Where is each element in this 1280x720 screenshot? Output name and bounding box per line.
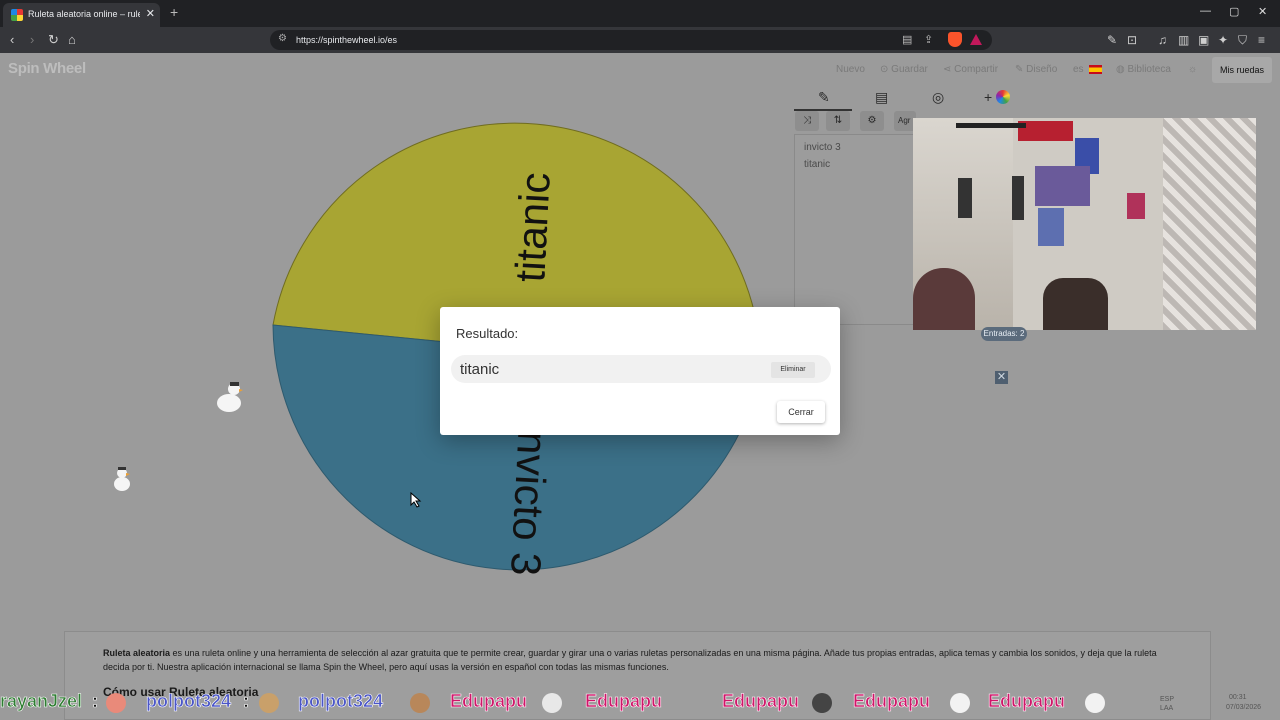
chat-emote-icon (812, 693, 832, 713)
leo-ai-icon[interactable]: ✦ (1218, 33, 1228, 47)
brave-shields-icon[interactable] (948, 32, 962, 47)
wallet-icon[interactable]: ▣ (1198, 33, 1209, 47)
duck-mascot-icon (217, 382, 243, 412)
result-row: titanic Eliminar (451, 355, 831, 383)
sidebar-icon[interactable]: ▥ (1178, 33, 1189, 47)
nav-language[interactable]: es (1073, 64, 1084, 75)
description-body: es una ruleta online y una herramienta d… (103, 648, 1157, 672)
home-icon[interactable]: ⌂ (68, 32, 76, 47)
result-value: titanic (460, 361, 500, 378)
tab-edit-icon[interactable]: ✎ (818, 89, 830, 106)
keyboard-lang[interactable]: ESP (1160, 696, 1174, 703)
tab-title: Ruleta aleatoria online – ruleta d (28, 9, 140, 19)
wheel-label-titanic: titanic (506, 171, 559, 283)
result-dialog: Resultado: titanic Eliminar Cerrar (440, 307, 840, 435)
back-icon[interactable]: ‹ (10, 32, 14, 47)
browser-tabbar: Ruleta aleatoria online – ruleta d ✕ + —… (0, 0, 1280, 27)
mis-ruedas-button[interactable]: Mis ruedas (1212, 57, 1272, 83)
tab-hidden-icon[interactable]: ◎ (932, 89, 944, 106)
nav-biblioteca[interactable]: ◍ Biblioteca (1116, 64, 1171, 75)
duck-mascot-icon (114, 467, 130, 491)
chat-emote-icon (106, 693, 126, 713)
description-strong: Ruleta aleatoria (103, 648, 171, 658)
pencil-icon: ✎ (1015, 64, 1027, 75)
chat-username: Edupapu (585, 691, 663, 712)
globe-icon: ◍ (1116, 64, 1128, 75)
cerrar-button[interactable]: Cerrar (777, 401, 825, 423)
theme-toggle-icon[interactable]: ☼ (1188, 64, 1197, 75)
webcam-overlay (913, 118, 1256, 330)
entry-item: titanic (804, 159, 831, 170)
eliminar-button[interactable]: Eliminar (771, 362, 815, 378)
save-icon: ⊙ (880, 64, 892, 75)
minimize-button[interactable]: — (1200, 5, 1211, 17)
site-favicon-icon (11, 9, 23, 21)
chat-emote-icon (950, 693, 970, 713)
clock-date[interactable]: 07/03/2026 (1226, 704, 1261, 711)
brave-rewards-icon[interactable] (970, 34, 982, 45)
chat-username: polpot324 (146, 691, 232, 712)
site-logo[interactable]: Spin Wheel (8, 60, 86, 77)
tab-close-icon[interactable]: ✕ (146, 7, 155, 20)
screenshot-icon[interactable]: ⊡ (1127, 33, 1137, 47)
shuffle-button[interactable]: ⤨ (795, 111, 819, 131)
nav-nuevo[interactable]: Nuevo (836, 64, 865, 75)
chat-username: Edupapu (450, 691, 528, 712)
extensions-icon[interactable]: ✎ (1107, 33, 1117, 47)
reader-mode-icon[interactable]: ▤ (902, 33, 912, 46)
nav-guardar-label: Guardar (891, 64, 928, 75)
entries-textarea[interactable]: invicto 3 titanic (794, 134, 914, 325)
nav-diseno-label: Diseño (1026, 64, 1058, 75)
wheel-label-invicto: invicto 3 (502, 421, 557, 577)
description-text: Ruleta aleatoria es una ruleta online y … (103, 646, 1173, 674)
url-text: https://spinthewheel.io/es (296, 35, 398, 45)
media-icon[interactable]: ♫ (1158, 33, 1167, 47)
close-window-button[interactable]: ✕ (1258, 5, 1267, 18)
share-link-icon: ⋖ (943, 64, 955, 75)
nav-guardar[interactable]: ⊙ Guardar (880, 64, 928, 75)
nav-biblioteca-label: Biblioteca (1127, 64, 1171, 75)
vpn-icon[interactable]: ⛉ (1238, 33, 1247, 48)
chat-separator: : (243, 691, 250, 712)
spain-flag-icon[interactable] (1089, 65, 1102, 74)
dialog-title: Resultado: (456, 326, 519, 341)
maximize-button[interactable]: ▢ (1229, 5, 1239, 18)
panel-tabs: ✎ ▤ ◎ + (794, 86, 1034, 110)
chat-username: Edupapu (853, 691, 931, 712)
chat-emote-icon (542, 693, 562, 713)
reload-icon[interactable]: ↻ (48, 32, 59, 48)
tab-results-icon[interactable]: ▤ (875, 89, 888, 106)
nav-compartir-label: Compartir (954, 64, 999, 75)
mouse-cursor-icon (410, 492, 422, 508)
chat-emote-icon (410, 693, 430, 713)
entry-item: invicto 3 (804, 142, 841, 153)
share-icon[interactable]: ⇪ (924, 33, 933, 46)
keyboard-layout[interactable]: LAA (1160, 705, 1173, 712)
tab-add-color-icon[interactable]: + (984, 89, 1011, 105)
address-bar[interactable]: ⚙ https://spinthewheel.io/es ▤ ⇪ (270, 30, 992, 50)
close-overlay-icon[interactable]: ✕ (995, 371, 1008, 384)
browser-toolbar: ‹ › ↻ ⌂ ⚙ https://spinthewheel.io/es ▤ ⇪ (0, 27, 1280, 53)
forward-icon[interactable]: › (30, 32, 34, 47)
clock-time[interactable]: 00:31 (1229, 694, 1247, 701)
browser-tab[interactable]: Ruleta aleatoria online – ruleta d ✕ (3, 3, 160, 27)
chat-emote-icon (1085, 693, 1105, 713)
settings-button[interactable]: ⚙ (860, 111, 884, 131)
chat-emote-icon (259, 693, 279, 713)
chat-separator: : (92, 691, 99, 712)
entries-count-badge: Entradas: 2 (981, 327, 1027, 341)
chat-username: polpot324 (298, 691, 384, 712)
menu-icon[interactable]: ≡ (1258, 33, 1265, 47)
chat-username: Edupapu (988, 691, 1066, 712)
chat-username: Edupapu (722, 691, 800, 712)
new-tab-button[interactable]: + (170, 4, 178, 20)
sort-button[interactable]: ⇅ (826, 111, 850, 131)
nav-compartir[interactable]: ⋖ Compartir (943, 64, 998, 75)
chat-username: rayanJzel (0, 691, 83, 712)
nav-diseno[interactable]: ✎ Diseño (1015, 64, 1057, 75)
site-settings-icon[interactable]: ⚙ (278, 33, 287, 44)
